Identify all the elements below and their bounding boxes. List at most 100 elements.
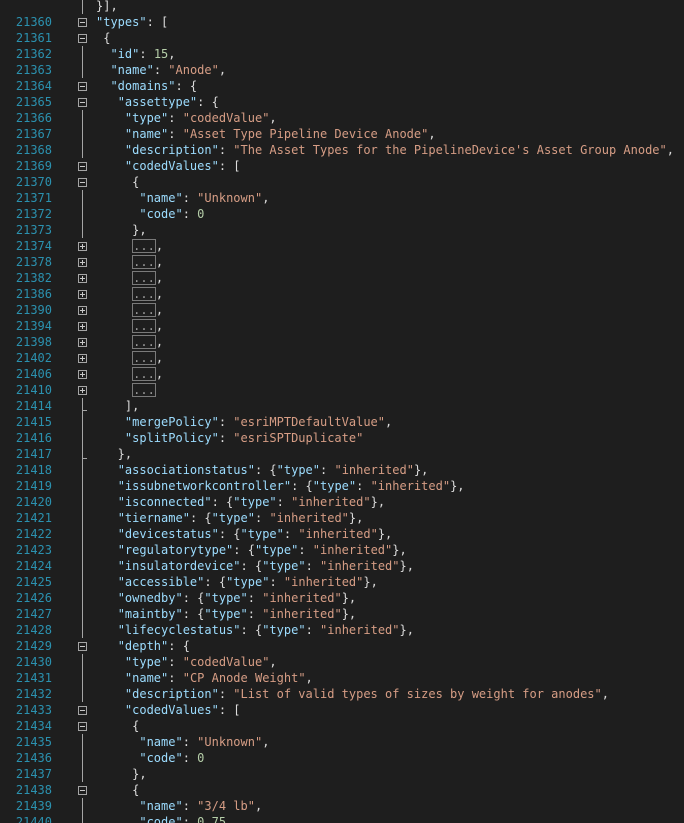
fold-end-tick (82, 410, 87, 411)
collapsed-region[interactable]: ... (132, 303, 156, 317)
collapse-icon[interactable] (78, 786, 87, 795)
collapsed-region[interactable]: ... (132, 239, 156, 253)
code-text: ..., (132, 303, 164, 317)
expand-icon[interactable] (78, 258, 87, 267)
code-text: "name": "Unknown", (139, 735, 270, 749)
code-line: 21417 }, (0, 446, 684, 462)
code-line: 21369 "codedValues": [ (0, 158, 684, 174)
code-line: 21378 ..., (0, 254, 684, 270)
code-line: 21373 }, (0, 222, 684, 238)
collapse-icon[interactable] (78, 162, 87, 171)
line-number: 21371 (15, 191, 52, 205)
line-number: 21360 (15, 15, 52, 29)
line-number: 21394 (15, 319, 52, 333)
expand-icon[interactable] (78, 274, 87, 283)
fold-guide-line (82, 798, 83, 814)
code-text: }, (96, 223, 147, 237)
code-line: 21410 ... (0, 382, 684, 398)
code-text: { (96, 31, 111, 45)
code-text: { (96, 783, 140, 797)
code-text: "name": "CP Anode Weight", (124, 671, 313, 685)
code-text: "description": "List of valid types of s… (124, 687, 609, 701)
expand-icon[interactable] (78, 370, 87, 379)
line-number: 21378 (15, 255, 52, 269)
collapse-icon[interactable] (78, 18, 87, 27)
collapsed-region[interactable]: ... (132, 271, 156, 285)
line-number: 21373 (15, 223, 52, 237)
collapsed-region[interactable]: ... (132, 255, 156, 269)
line-number: 21416 (15, 431, 52, 445)
code-line: 21415 "mergePolicy": "esriMPTDefaultValu… (0, 414, 684, 430)
code-line: 21419 "issubnetworkcontroller": {"type":… (0, 478, 684, 494)
fold-guide-line (82, 110, 83, 126)
collapse-icon[interactable] (78, 706, 87, 715)
code-line: 21420 "isconnected": {"type": "inherited… (0, 494, 684, 510)
code-line: 21361 { (0, 30, 684, 46)
expand-icon[interactable] (78, 242, 87, 251)
line-number: 21372 (15, 207, 52, 221)
code-line: 21429 "depth": { (0, 638, 684, 654)
line-number: 21390 (15, 303, 52, 317)
code-text: "name": "Asset Type Pipeline Device Anod… (124, 127, 436, 141)
code-text: "accessible": {"type": "inherited"}, (117, 575, 378, 589)
code-text: ..., (132, 239, 164, 253)
code-line: 21363 "name": "Anode", (0, 62, 684, 78)
line-number: 21432 (15, 687, 52, 701)
code-line: 21362 "id": 15, (0, 46, 684, 62)
line-number: 21430 (15, 655, 52, 669)
expand-icon[interactable] (78, 386, 87, 395)
code-text: "maintby": {"type": "inherited"}, (117, 607, 357, 621)
collapse-icon[interactable] (78, 34, 87, 43)
code-text: "name": "3/4 lb", (139, 799, 263, 813)
collapsed-region[interactable]: ... (132, 319, 156, 333)
code-line: 21371 "name": "Unknown", (0, 190, 684, 206)
line-number: 21425 (15, 575, 52, 589)
code-text: ..., (132, 335, 164, 349)
collapse-icon[interactable] (78, 82, 87, 91)
code-line: 21428 "lifecyclestatus": {"type": "inher… (0, 622, 684, 638)
code-line: 21360 "types": [ (0, 14, 684, 30)
collapse-icon[interactable] (78, 98, 87, 107)
code-text: "type": "codedValue", (124, 111, 277, 125)
code-text: "domains": { (110, 79, 198, 93)
collapsed-region[interactable]: ... (132, 367, 156, 381)
fold-guide-line (82, 542, 83, 558)
expand-icon[interactable] (78, 322, 87, 331)
fold-guide-line (82, 190, 83, 206)
fold-guide-line (82, 0, 83, 14)
line-number: 21370 (15, 175, 52, 189)
line-number: 21424 (15, 559, 52, 573)
fold-guide-line (82, 446, 83, 462)
expand-icon[interactable] (78, 306, 87, 315)
line-number: 21402 (15, 351, 52, 365)
expand-icon[interactable] (78, 354, 87, 363)
line-number: 21429 (15, 639, 52, 653)
line-number: 21423 (15, 543, 52, 557)
collapsed-region[interactable]: ... (132, 335, 156, 349)
line-number: 21418 (15, 463, 52, 477)
json-code-editor[interactable]: }], 21360 "types": [21361 {21362 "id": 15,… (0, 0, 684, 823)
collapse-icon[interactable] (78, 722, 87, 731)
code-text: }], (96, 0, 118, 13)
fold-guide-line (82, 734, 83, 750)
fold-guide-line (82, 686, 83, 702)
code-line: 21386 ..., (0, 286, 684, 302)
fold-guide-line (82, 590, 83, 606)
collapsed-region[interactable]: ... (132, 287, 156, 301)
line-number: 21366 (15, 111, 52, 125)
code-text: "code": 0 (139, 207, 205, 221)
code-line: 21427 "maintby": {"type": "inherited"}, (0, 606, 684, 622)
collapsed-region[interactable]: ... (132, 351, 156, 365)
fold-guide-line (82, 430, 83, 446)
line-number: 21361 (15, 31, 52, 45)
line-number: 21415 (15, 415, 52, 429)
expand-icon[interactable] (78, 290, 87, 299)
expand-icon[interactable] (78, 338, 87, 347)
code-text: "name": "Anode", (110, 63, 227, 77)
code-text: "type": "codedValue", (124, 655, 277, 669)
line-number: 21427 (15, 607, 52, 621)
fold-end-tick (82, 458, 87, 459)
collapse-icon[interactable] (78, 178, 87, 187)
code-text: ..., (132, 287, 164, 301)
collapsed-region[interactable]: ... (132, 383, 156, 397)
